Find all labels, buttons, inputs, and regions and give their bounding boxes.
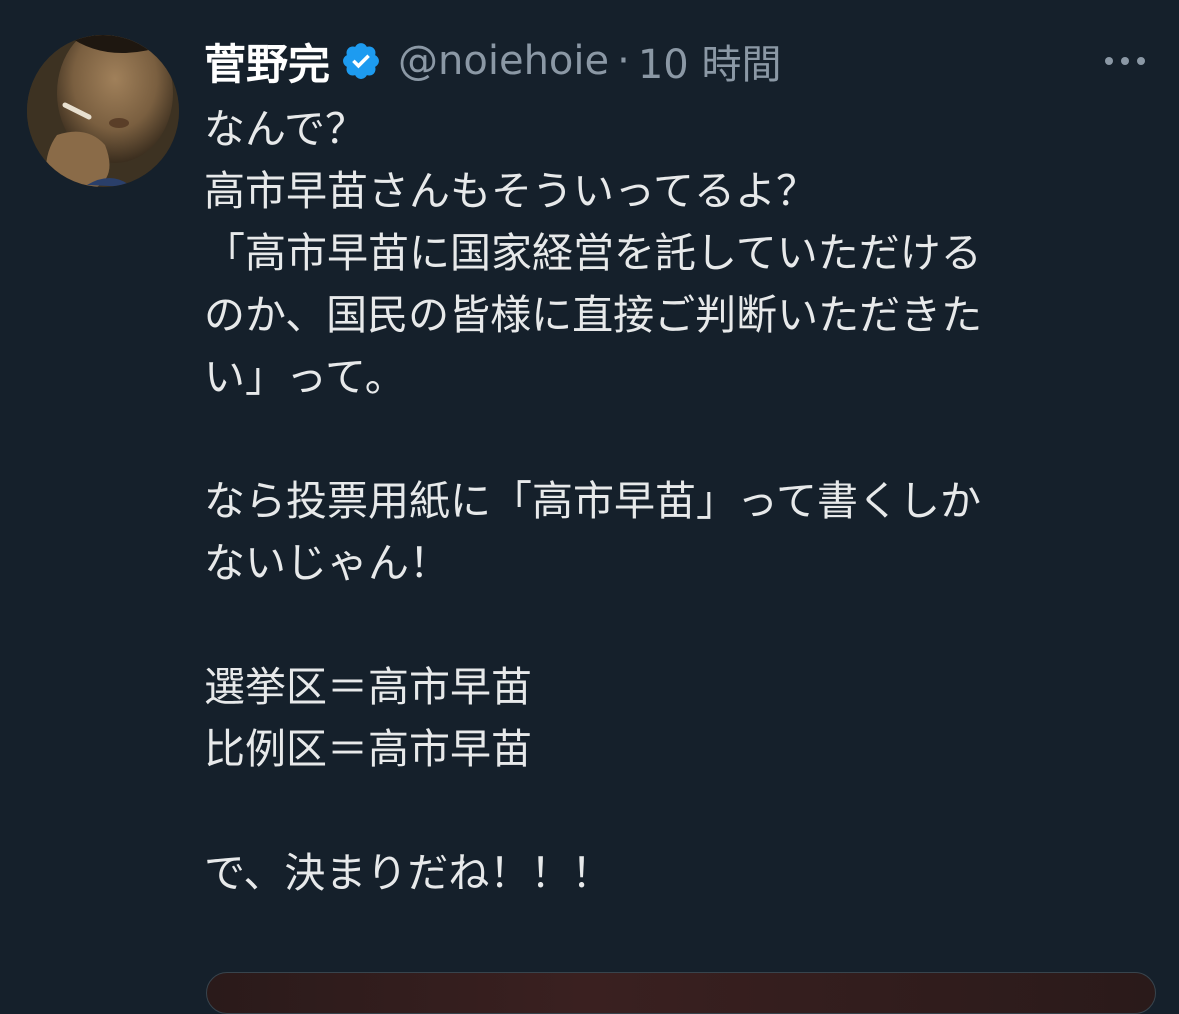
tweet-line: のか、国民の皆様に直接ご判断いただきた	[204, 291, 983, 339]
avatar[interactable]	[27, 35, 179, 187]
tweet-line: で、決まりだね！！！	[204, 849, 613, 897]
more-horizontal-icon[interactable]	[1101, 44, 1149, 78]
tweet-line: なら投票用紙に「高市早苗」って書くしか	[204, 477, 981, 525]
tweet-line: 選挙区＝高市早苗	[204, 663, 532, 711]
tweet: 菅野完 @noiehoie · 10 時間 なんで？ 高市早苗さんもそういってる…	[0, 0, 1179, 1014]
tweet-header: 菅野完 @noiehoie · 10 時間	[204, 30, 1159, 92]
tweet-line: なんで？	[204, 105, 366, 153]
tweet-line: い」って。	[204, 353, 406, 401]
avatar-photo	[27, 35, 179, 187]
media-card[interactable]	[206, 972, 1156, 1014]
more-dot	[1105, 57, 1113, 65]
tweet-line: 高市早苗さんもそういってるよ？	[204, 167, 817, 215]
tweet-text: なんで？ 高市早苗さんもそういってるよ？ 「高市早苗に国家経営を託していただける…	[204, 98, 1124, 904]
tweet-line: 「高市早苗に国家経営を託していただける	[204, 229, 982, 277]
verified-badge-icon	[343, 43, 379, 79]
more-dot	[1137, 57, 1145, 65]
separator-dot: ·	[617, 38, 630, 84]
tweet-line: ないじゃん！	[204, 539, 450, 587]
display-name[interactable]: 菅野完	[204, 31, 330, 92]
tweet-line: 比例区＝高市早苗	[204, 725, 532, 773]
more-dot	[1121, 57, 1129, 65]
tweet-timestamp[interactable]: 10 時間	[638, 32, 782, 90]
user-handle[interactable]: @noiehoie	[398, 38, 609, 84]
